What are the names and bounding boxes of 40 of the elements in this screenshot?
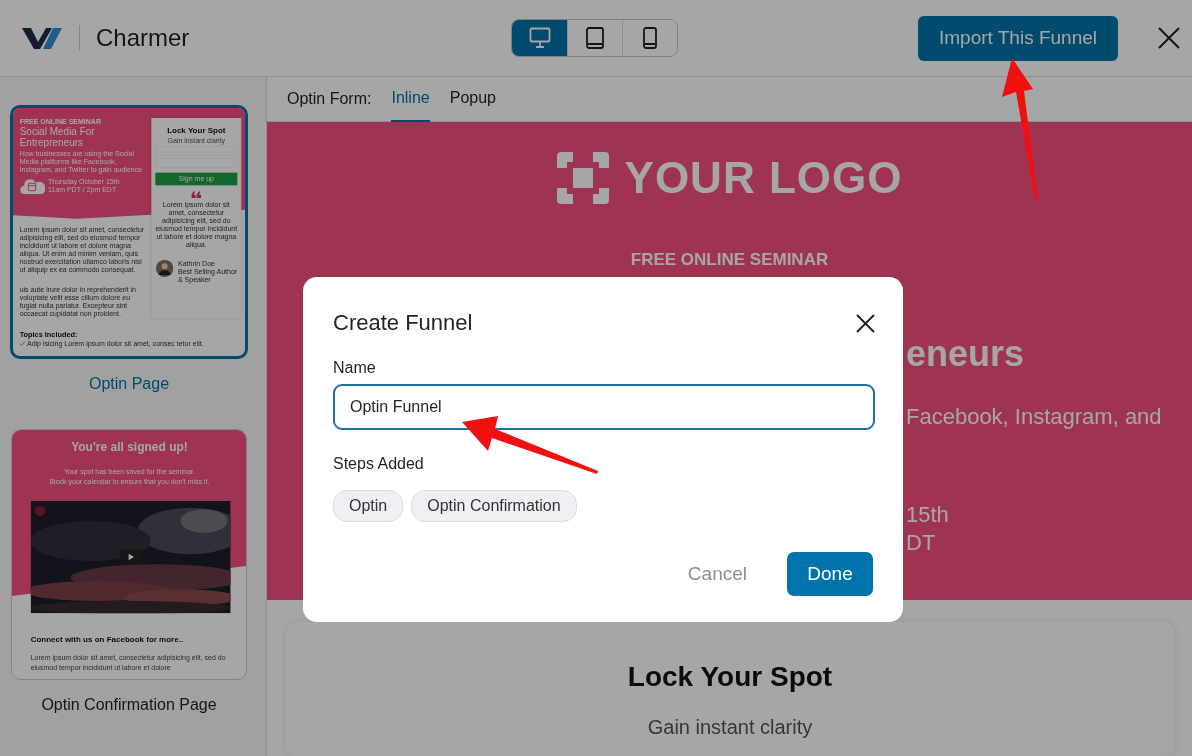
card-title: Lock Your Spot bbox=[626, 660, 834, 694]
logo-text: YOUR LOGO bbox=[624, 152, 903, 204]
done-button[interactable]: Done bbox=[787, 552, 873, 596]
calendar-cloud-icon bbox=[19, 177, 45, 195]
hero-subtitle: Facebook, Instagram, and bbox=[906, 403, 1162, 429]
hero-heading: eneurs bbox=[906, 332, 1025, 374]
template-label[interactable]: Optin Page bbox=[10, 372, 248, 396]
form-tab[interactable]: Popup bbox=[449, 76, 496, 122]
date-text: DT bbox=[906, 529, 936, 555]
eyebrow-text: FREE ONLINE SEMINAR bbox=[629, 249, 830, 271]
close-icon bbox=[1158, 27, 1180, 49]
section-title: Connect with us on Facebook for more.. bbox=[30, 633, 185, 646]
monitor-icon bbox=[528, 27, 551, 49]
card-subtitle: Gain instant clarity bbox=[646, 714, 814, 740]
brand-name: Charmer bbox=[96, 23, 190, 53]
step-chip: Optin Confirmation bbox=[411, 490, 577, 522]
logo-icon bbox=[556, 152, 609, 204]
close-icon bbox=[856, 313, 875, 333]
close-button[interactable] bbox=[1158, 27, 1180, 49]
hero-title: Social Media For Entrepreneurs bbox=[19, 126, 96, 149]
avatar bbox=[156, 259, 174, 277]
template-thumbnail[interactable] bbox=[10, 105, 248, 359]
logo-icon bbox=[22, 26, 62, 50]
date-text: 15th bbox=[906, 501, 949, 527]
device-toggle[interactable] bbox=[512, 20, 568, 56]
template-label[interactable]: Optin Confirmation Page bbox=[10, 693, 248, 717]
field-label: Name bbox=[333, 358, 377, 378]
device-toggle[interactable] bbox=[622, 20, 678, 56]
step-chip: Optin bbox=[333, 490, 404, 522]
tablet-icon bbox=[584, 27, 607, 49]
cancel-button[interactable]: Cancel bbox=[687, 559, 747, 589]
confirmation-title: You're all signed up! bbox=[70, 439, 189, 456]
import-button[interactable]: Import This Funnel bbox=[918, 15, 1118, 61]
section-label: Steps Added bbox=[333, 454, 425, 474]
quote-icon bbox=[191, 191, 202, 198]
close-button[interactable] bbox=[856, 313, 875, 333]
name-input[interactable]: Optin Funnel bbox=[333, 384, 875, 430]
modal-title: Create Funnel bbox=[333, 310, 473, 336]
form-title: Lock Your Spot bbox=[166, 125, 227, 137]
form-type-label: Optin Form: bbox=[287, 89, 372, 109]
